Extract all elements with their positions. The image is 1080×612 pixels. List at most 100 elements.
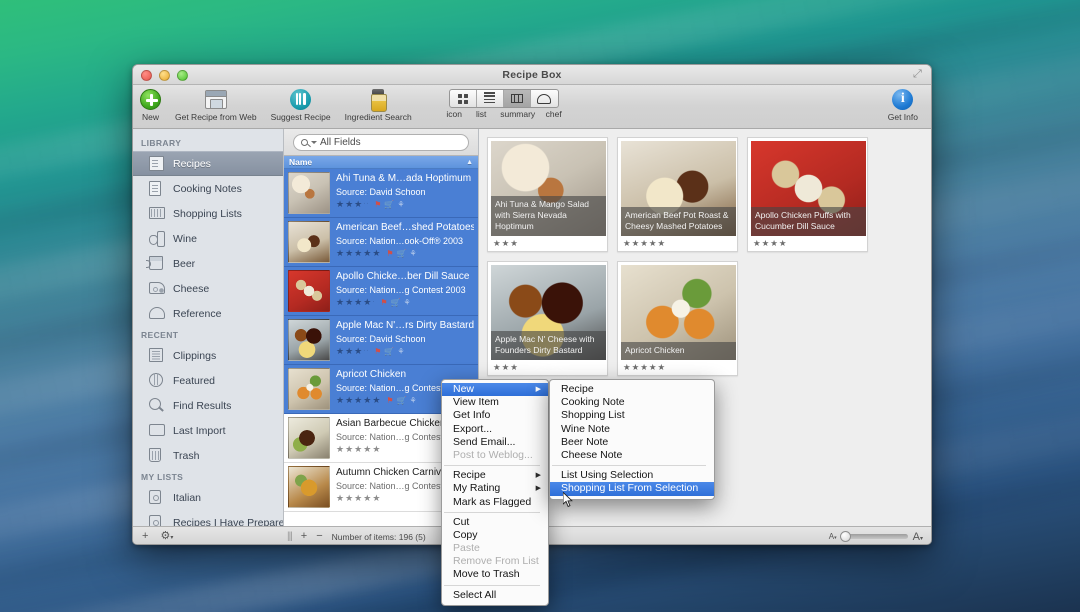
list-item[interactable]: Apple Mac N' Cheese with Founders Dirty … xyxy=(487,261,608,376)
menu-item[interactable]: Cut xyxy=(442,516,548,529)
menu-item[interactable]: Cheese Note xyxy=(550,449,714,462)
view-mode-chef-button[interactable] xyxy=(531,90,558,107)
row-flag-icons: ⚑ 🛒 ⚘ xyxy=(380,298,410,307)
sidebar-item-cheese[interactable]: Cheese xyxy=(133,276,283,301)
person-icon[interactable]: ⚘ xyxy=(397,347,404,356)
list-item[interactable]: Apollo Chicken Puffs with Cucumber Dill … xyxy=(747,137,868,252)
search-input[interactable]: All Fields xyxy=(293,133,469,151)
table-row[interactable]: Apollo Chicke…ber Dill Sauce Source: Nat… xyxy=(284,267,478,316)
column-resize-grip[interactable]: ||| xyxy=(287,531,293,542)
cart-icon[interactable]: 🛒 xyxy=(384,347,394,356)
menu-item[interactable]: Select All xyxy=(442,589,548,602)
menu-item[interactable]: Copy xyxy=(442,529,548,542)
table-row[interactable]: Ahi Tuna & M…ada Hoptimum Source: David … xyxy=(284,169,478,218)
clippings-icon xyxy=(149,348,165,363)
sidebar-item-clippings[interactable]: Clippings xyxy=(133,343,283,368)
menu-item[interactable]: Move to Trash xyxy=(442,568,548,581)
close-button[interactable] xyxy=(141,70,152,81)
star-empty-icon: · xyxy=(372,299,375,305)
table-row[interactable]: American Beef…shed Potatoes Source: Nati… xyxy=(284,218,478,267)
sidebar-item-find-results[interactable]: Find Results xyxy=(133,393,283,418)
sidebar-item-beer[interactable]: Beer xyxy=(133,251,283,276)
flag-icon[interactable]: ⚑ xyxy=(374,200,381,209)
recipe-card-rating[interactable]: ★ ★ ★ xyxy=(491,360,604,375)
menu-item[interactable]: Export... xyxy=(442,423,548,436)
flag-icon[interactable]: ⚑ xyxy=(386,396,393,405)
recipe-rating[interactable]: ★ ★ ★ · · ⚑ 🛒 ⚘ xyxy=(336,200,474,210)
sidebar-item-italian[interactable]: Italian xyxy=(133,485,283,510)
menu-item[interactable]: View Item xyxy=(442,396,548,409)
star-filled-icon: ★ xyxy=(657,362,666,372)
main-toolbar: New Get Recipe from Web Suggest Recipe I… xyxy=(133,85,931,129)
list-item[interactable]: American Beef Pot Roast & Cheesy Mashed … xyxy=(617,137,738,252)
toolbar-suggest-recipe-button[interactable]: Suggest Recipe xyxy=(264,87,338,122)
recipe-rating[interactable]: ★ ★ ★ ★ ★ ⚑ 🛒 ⚘ xyxy=(336,249,474,259)
menu-item[interactable]: Wine Note xyxy=(550,423,714,436)
table-row[interactable]: Apple Mac N'…rs Dirty Bastard Source: Da… xyxy=(284,316,478,365)
person-icon[interactable]: ⚘ xyxy=(403,298,410,307)
cart-icon[interactable]: 🛒 xyxy=(397,396,407,405)
cart-icon[interactable]: 🛒 xyxy=(397,249,407,258)
recipe-card-rating[interactable]: ★ ★ ★ ★ xyxy=(751,236,864,251)
recipe-source: Source: David Schoon xyxy=(336,334,426,344)
menu-item[interactable]: Send Email... xyxy=(442,436,548,449)
menu-item[interactable]: Shopping List From Selection xyxy=(550,482,714,496)
list-column-header[interactable]: Name ▲ xyxy=(284,156,478,169)
sidebar-item-cooking-notes[interactable]: Cooking Notes xyxy=(133,176,283,201)
menu-item[interactable]: Shopping List xyxy=(550,409,714,422)
sidebar-item-reference[interactable]: Reference xyxy=(133,301,283,326)
large-text-icon[interactable]: A▾ xyxy=(913,531,923,543)
list-item[interactable]: Apricot Chicken ★ ★ ★ ★ ★ xyxy=(617,261,738,376)
recipe-card-rating[interactable]: ★ ★ ★ xyxy=(491,236,604,251)
person-icon[interactable]: ⚘ xyxy=(410,249,417,258)
person-icon[interactable]: ⚘ xyxy=(397,200,404,209)
flag-icon[interactable]: ⚑ xyxy=(386,249,393,258)
person-icon[interactable]: ⚘ xyxy=(410,396,417,405)
recipe-card-rating[interactable]: ★ ★ ★ ★ ★ xyxy=(621,360,734,375)
sidebar-item-last-import[interactable]: Last Import xyxy=(133,418,283,443)
add-item-button[interactable]: + xyxy=(301,531,307,542)
menu-item[interactable]: Mark as Flagged xyxy=(442,496,548,509)
toolbar-ingredient-search-button[interactable]: Ingredient Search xyxy=(338,87,419,122)
recipe-rating[interactable]: ★ ★ ★ ★ · ⚑ 🛒 ⚘ xyxy=(336,298,474,308)
minimize-button[interactable] xyxy=(159,70,170,81)
add-source-button[interactable]: + xyxy=(142,531,148,542)
menu-item[interactable]: New ▶ xyxy=(442,383,548,397)
toolbar-new-button[interactable]: New xyxy=(133,87,168,122)
text-size-slider[interactable] xyxy=(839,530,908,542)
view-mode-icon-button[interactable] xyxy=(450,90,477,107)
flag-icon[interactable]: ⚑ xyxy=(380,298,387,307)
zoom-button[interactable] xyxy=(177,70,188,81)
menu-item[interactable]: List Using Selection xyxy=(550,469,714,482)
sidebar-item-recipes-i-have-prepared[interactable]: Recipes I Have Prepared xyxy=(133,510,283,526)
sidebar-item-trash[interactable]: Trash xyxy=(133,443,283,468)
flag-icon[interactable]: ⚑ xyxy=(374,347,381,356)
recipe-rating[interactable]: ★ ★ ★ · · ⚑ 🛒 ⚘ xyxy=(336,347,474,357)
fullscreen-icon[interactable]: ⤢ xyxy=(913,69,924,80)
small-text-icon[interactable]: A▾ xyxy=(829,532,837,541)
menu-item[interactable]: My Rating ▶ xyxy=(442,482,548,495)
menu-item[interactable]: Cooking Note xyxy=(550,396,714,409)
remove-item-button[interactable]: − xyxy=(316,531,322,542)
sidebar-item-shopping-lists[interactable]: Shopping Lists xyxy=(133,201,283,226)
menu-item[interactable]: Beer Note xyxy=(550,436,714,449)
list-binder-icon xyxy=(149,515,165,526)
menu-item[interactable]: Recipe ▶ xyxy=(442,469,548,482)
view-mode-chef-label: chef xyxy=(545,109,562,119)
cart-icon[interactable]: 🛒 xyxy=(390,298,400,307)
chevron-down-icon[interactable] xyxy=(311,140,317,144)
sidebar-item-wine[interactable]: Wine xyxy=(133,226,283,251)
toolbar-get-info-button[interactable]: i Get Info xyxy=(881,87,925,122)
gear-icon[interactable]: ⚙▾ xyxy=(160,531,173,542)
sidebar-item-featured[interactable]: Featured xyxy=(133,368,283,393)
toolbar-get-recipe-from-web-button[interactable]: Get Recipe from Web xyxy=(168,87,264,122)
list-item[interactable]: Ahi Tuna & Mango Salad with Sierra Nevad… xyxy=(487,137,608,252)
sidebar-item-recipes[interactable]: Recipes xyxy=(133,151,283,176)
view-mode-list-button[interactable] xyxy=(477,90,504,107)
slider-knob[interactable] xyxy=(839,530,851,542)
cart-icon[interactable]: 🛒 xyxy=(384,200,394,209)
menu-item[interactable]: Get Info xyxy=(442,409,548,422)
menu-item[interactable]: Recipe xyxy=(550,383,714,396)
view-mode-summary-button[interactable] xyxy=(503,90,531,107)
recipe-card-rating[interactable]: ★ ★ ★ ★ ★ xyxy=(621,236,734,251)
